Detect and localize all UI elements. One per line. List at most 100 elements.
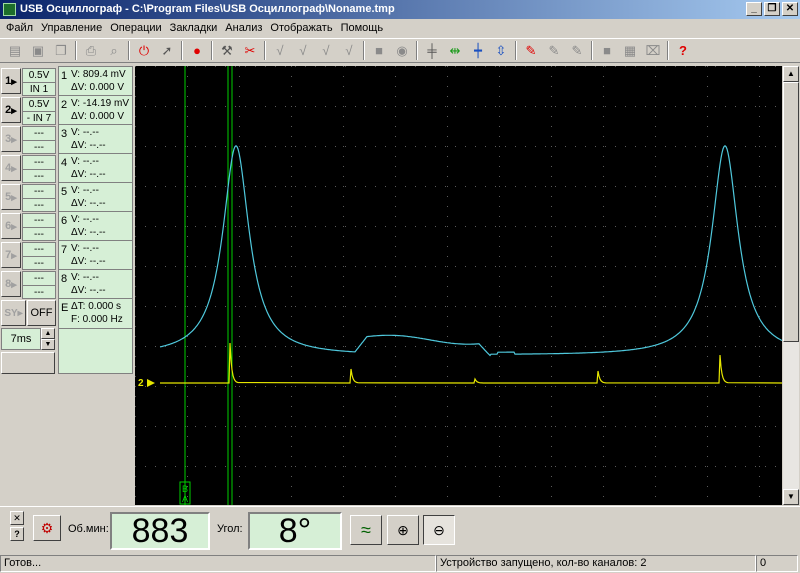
rpm-label: Об.мин: (68, 523, 109, 535)
toolbar-separator (128, 41, 130, 60)
measurement-row: 1 V: 809.4 mV ΔV: 0.000 V (59, 67, 132, 96)
menu-display[interactable]: Отображать (266, 19, 336, 38)
restore-button[interactable]: ❐ (764, 2, 780, 16)
tachometer-icon[interactable]: ⚙ (33, 515, 61, 541)
copy-icon[interactable]: ❐ (50, 40, 72, 61)
channel-3-settings[interactable]: --- --- (22, 126, 56, 154)
scroll-thumb[interactable] (783, 82, 799, 342)
disk-icon[interactable]: ◉ (391, 40, 413, 61)
toolbar-separator (264, 41, 266, 60)
zoom-out-icon[interactable]: ⊖ (423, 515, 455, 545)
panel-help-button[interactable]: ? (10, 527, 24, 541)
toolbar-separator (211, 41, 213, 60)
sync-toggle[interactable]: OFF (27, 300, 56, 326)
device-status: Устройство запущено, кол-во каналов: 2 (436, 555, 756, 572)
help-icon[interactable]: ? (672, 40, 694, 61)
timebase-field[interactable]: 7ms (1, 328, 41, 350)
record-icon[interactable]: ● (186, 40, 208, 61)
toolbar-separator (515, 41, 517, 60)
save-icon[interactable]: ▣ (27, 40, 49, 61)
waveform-plot[interactable]: 2 B A (135, 66, 783, 505)
cursor-move-icon[interactable]: ⇹ (444, 40, 466, 61)
print-icon[interactable]: ⎙ (80, 40, 102, 61)
oscilloscope-display[interactable]: 2 B A (135, 66, 783, 505)
panel-close-button[interactable]: ✕ (10, 511, 24, 525)
sync-button[interactable]: SY ▸ (1, 300, 26, 326)
channel-3-button[interactable]: 3 ▸ (1, 126, 21, 152)
stop-icon[interactable]: ⏻ (133, 40, 155, 61)
square-icon[interactable]: ■ (368, 40, 390, 61)
scroll-down-button[interactable]: ▼ (783, 489, 799, 505)
channel-panel: 1 ▸ 0.5V IN 1 2 ▸ 0.5V - IN 7 3 ▸ --- --- 4 ▸ -… (0, 66, 57, 506)
trace-c-icon[interactable]: ✎ (566, 40, 588, 61)
timebase-down-button[interactable]: ▼ (41, 339, 55, 350)
measurement-row: 8 V: --.-- ΔV: --.-- (59, 270, 132, 299)
scope-grid (135, 66, 776, 497)
tools-icon[interactable]: ✂ (239, 40, 261, 61)
blank-button[interactable] (1, 352, 55, 374)
status-text: Готов... (0, 555, 436, 572)
angle-label: Угол: (217, 523, 243, 535)
menu-help[interactable]: Помощь (337, 19, 388, 38)
menu-control[interactable]: Управление (37, 19, 106, 38)
channel-5-button[interactable]: 5 ▸ (1, 184, 21, 210)
toolbar-separator (591, 41, 593, 60)
open-icon[interactable]: ▤ (4, 40, 26, 61)
menu-operations[interactable]: Операции (106, 19, 165, 38)
check-plus-icon[interactable]: √ (338, 40, 360, 61)
channel-7-settings[interactable]: --- --- (22, 242, 56, 270)
check-multi-icon[interactable]: √ (315, 40, 337, 61)
timebase-up-button[interactable]: ▲ (41, 328, 55, 339)
rpm-display: 883 (110, 512, 210, 550)
menu-analysis[interactable]: Анализ (221, 19, 266, 38)
vertical-scrollbar[interactable]: ▲ ▼ (783, 66, 799, 505)
toolbar-separator (181, 41, 183, 60)
channel-1-settings[interactable]: 0.5V IN 1 (22, 68, 56, 96)
probe-icon[interactable]: ⚒ (216, 40, 238, 61)
scroll-up-button[interactable]: ▲ (783, 66, 799, 82)
cursor-cross-icon[interactable]: ┿ (467, 40, 489, 61)
auto-icon[interactable]: ➚ (156, 40, 178, 61)
cursor-b-label: B (182, 484, 188, 494)
channel-6-button[interactable]: 6 ▸ (1, 213, 21, 239)
toolbar: ▤ ▣ ❐ ⎙ ⌕ ⏻ ➚ ● ⚒ ✂ √ √ √ √ ■ ◉ ╪ ⇹ ┿ ⇳ … (0, 38, 800, 63)
channel-7-button[interactable]: 7 ▸ (1, 242, 21, 268)
angle-display: 8° (248, 512, 342, 550)
measurement-row: 7 V: --.-- ΔV: --.-- (59, 241, 132, 270)
channel-2-button[interactable]: 2 ▸ (1, 97, 21, 123)
waveform-filter-button[interactable]: ≈ (350, 515, 382, 545)
channel-6-settings[interactable]: --- --- (22, 213, 56, 241)
menu-bookmarks[interactable]: Закладки (166, 19, 222, 38)
cursor-y-icon[interactable]: ⇳ (490, 40, 512, 61)
zoom-in-icon[interactable]: ⊕ (387, 515, 419, 545)
bottom-panel: ✕ ? ⚙ Об.мин: 883 Угол: 8° ≈ ⊕ ⊖ (0, 506, 800, 553)
grid-icon[interactable]: ▦ (619, 40, 641, 61)
channel-2-settings[interactable]: 0.5V - IN 7 (22, 97, 56, 125)
close-button[interactable]: ✕ (782, 2, 798, 16)
channel-8-button[interactable]: 8 ▸ (1, 271, 21, 297)
app-window: USB Осциллограф - C:\Program Files\USB О… (0, 0, 800, 573)
check-icon[interactable]: √ (269, 40, 291, 61)
status-counter: 0 (756, 555, 798, 572)
trace-b-icon[interactable]: ✎ (543, 40, 565, 61)
check-v-icon[interactable]: √ (292, 40, 314, 61)
channel-2-trace (160, 342, 783, 384)
trace-a-icon[interactable]: ✎ (520, 40, 542, 61)
menu-file[interactable]: Файл (2, 19, 37, 38)
channel-5-settings[interactable]: --- --- (22, 184, 56, 212)
channel-8-settings[interactable]: --- --- (22, 271, 56, 299)
toolbar-separator (363, 41, 365, 60)
print-preview-icon[interactable]: ⌕ (103, 40, 125, 61)
channel-2-marker: 2 (138, 378, 144, 389)
channel-2-marker-arrow (147, 379, 155, 387)
channel-4-button[interactable]: 4 ▸ (1, 155, 21, 181)
clear-icon[interactable]: ⌧ (642, 40, 664, 61)
title-bar: USB Осциллограф - C:\Program Files\USB О… (0, 0, 800, 19)
measurement-panel: 1 V: 809.4 mV ΔV: 0.000 V 2 V: -14.19 mV ΔV:… (58, 66, 133, 374)
channel-4-settings[interactable]: --- --- (22, 155, 56, 183)
menu-bar: Файл Управление Операции Закладки Анализ… (0, 19, 800, 38)
channel-1-button[interactable]: 1 ▸ (1, 68, 21, 94)
minimize-button[interactable]: _ (746, 2, 762, 16)
stop-square-icon[interactable]: ■ (596, 40, 618, 61)
cursor-h-icon[interactable]: ╪ (421, 40, 443, 61)
